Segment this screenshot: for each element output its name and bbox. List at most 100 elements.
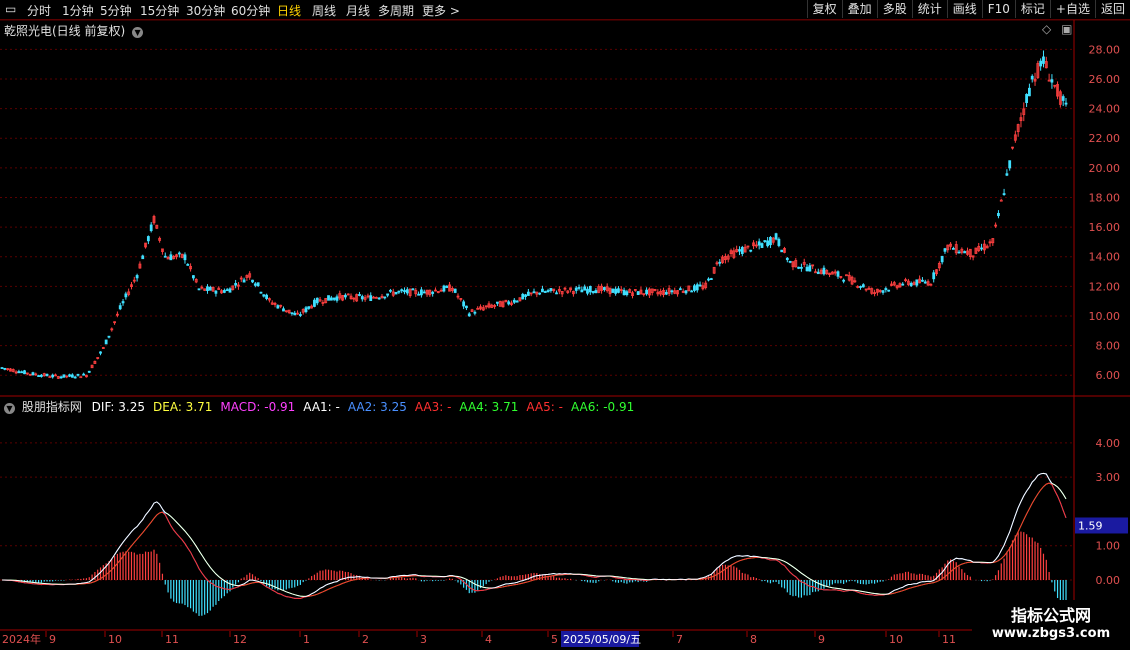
candle-body-164 [462, 301, 466, 307]
candle-body-364 [1025, 94, 1028, 103]
candle-body-91 [256, 282, 260, 287]
candle-body-366 [1030, 75, 1034, 80]
candle-body-93 [262, 294, 266, 297]
candle-body-247 [695, 284, 699, 291]
watermark-url: www.zbgs3.com [991, 626, 1111, 641]
candle-body-357 [1005, 173, 1009, 176]
date-label-6: 2 [362, 633, 369, 646]
candle-body-180 [507, 301, 511, 305]
candle-body-286 [805, 266, 809, 272]
price-tick-7: 14.00 [1089, 251, 1121, 264]
candle-body-209 [588, 286, 592, 293]
candle-body-377 [1061, 96, 1065, 101]
candle-body-297 [836, 271, 840, 277]
candle-body-292 [822, 267, 826, 275]
candle-body-118 [332, 297, 336, 300]
candle-body-16 [45, 373, 49, 377]
candle-body-83 [234, 283, 238, 286]
candle-body-195 [549, 288, 553, 291]
date-label-8: 4 [485, 633, 492, 646]
candle-body-365 [1028, 87, 1031, 97]
candle-body-222 [625, 291, 629, 296]
candle-body-161 [453, 288, 457, 293]
price-tick-0: 28.00 [1089, 43, 1121, 56]
date-label-13: 9 [818, 633, 825, 646]
candle-body-11 [31, 372, 35, 376]
candle-body-219 [617, 288, 620, 293]
candle-body-44 [124, 293, 128, 298]
candle-body-63 [177, 252, 181, 255]
candle-body-108 [304, 307, 308, 313]
indicator-tick-3: 1.00 [1096, 540, 1121, 553]
candle-body-13 [37, 375, 40, 377]
candle-body-185 [521, 293, 525, 300]
price-tick-4: 20.00 [1089, 162, 1121, 175]
candle-body-205 [577, 287, 581, 289]
indicator-tick-2: 1.59 [1078, 519, 1103, 532]
candle-body-98 [276, 305, 280, 309]
candle-body-373 [1050, 79, 1054, 83]
candle-body-158 [445, 285, 449, 288]
candle-body-241 [678, 288, 682, 291]
candle-body-52 [146, 236, 150, 242]
candle-body-106 [298, 314, 302, 316]
candle-body-143 [403, 290, 406, 293]
candle-body-128 [360, 296, 364, 300]
candle-body-165 [465, 305, 468, 309]
candle-body-269 [757, 241, 761, 246]
candle-body-226 [636, 291, 640, 296]
price-tick-6: 16.00 [1089, 221, 1121, 234]
candle-body-305 [859, 286, 862, 288]
candle-body-119 [335, 296, 339, 301]
candle-body-217 [611, 288, 615, 293]
candle-body-243 [684, 290, 688, 294]
candle-body-149 [420, 289, 423, 296]
candle-body-193 [543, 291, 547, 293]
candle-body-277 [780, 249, 784, 253]
candle-body-1 [3, 367, 7, 370]
candle-body-355 [999, 199, 1003, 202]
candle-body-89 [251, 279, 254, 283]
candle-body-74 [208, 286, 212, 291]
candle-body-327 [921, 279, 924, 282]
stock-chart[interactable]: 28.0026.0024.0022.0020.0018.0016.0014.00… [0, 0, 1130, 650]
candle-body-287 [808, 265, 812, 272]
candle-body-248 [698, 284, 702, 287]
indicator-tick-4: 0.00 [1096, 574, 1121, 587]
candle-body-252 [709, 278, 713, 280]
candle-body-194 [546, 290, 550, 293]
candle-body-214 [602, 287, 606, 291]
candle-body-262 [738, 249, 741, 252]
candle-body-150 [422, 291, 426, 294]
candle-body-279 [785, 257, 789, 261]
candle-body-73 [206, 286, 209, 291]
candle-body-273 [769, 237, 772, 246]
candle-body-378 [1064, 102, 1068, 105]
candle-body-320 [901, 283, 905, 286]
candle-body-323 [909, 282, 913, 287]
candle-body-81 [228, 288, 232, 293]
candle-body-299 [842, 279, 846, 282]
price-tick-9: 10.00 [1089, 310, 1121, 323]
candle-body-94 [265, 294, 268, 299]
candle-body-18 [51, 374, 55, 378]
candle-body-104 [293, 312, 297, 316]
candle-body-246 [693, 285, 696, 291]
candle-body-255 [718, 261, 722, 264]
candle-body-284 [800, 266, 803, 269]
price-tick-11: 6.00 [1096, 369, 1121, 382]
candle-body-100 [282, 308, 285, 312]
candle-body-325 [915, 279, 919, 286]
candle-body-144 [405, 289, 409, 294]
candle-body-271 [763, 240, 767, 243]
candle-body-80 [225, 289, 229, 292]
date-label-7: 3 [420, 633, 427, 646]
indicator-tick-0: 4.00 [1096, 437, 1121, 450]
candle-body-315 [887, 289, 891, 292]
candle-body-270 [760, 243, 764, 248]
candle-body-112 [315, 297, 319, 304]
price-tick-1: 26.00 [1089, 73, 1121, 86]
date-label-14: 10 [889, 633, 903, 646]
candle-body-354 [997, 213, 1000, 217]
candle-body-148 [417, 293, 420, 296]
